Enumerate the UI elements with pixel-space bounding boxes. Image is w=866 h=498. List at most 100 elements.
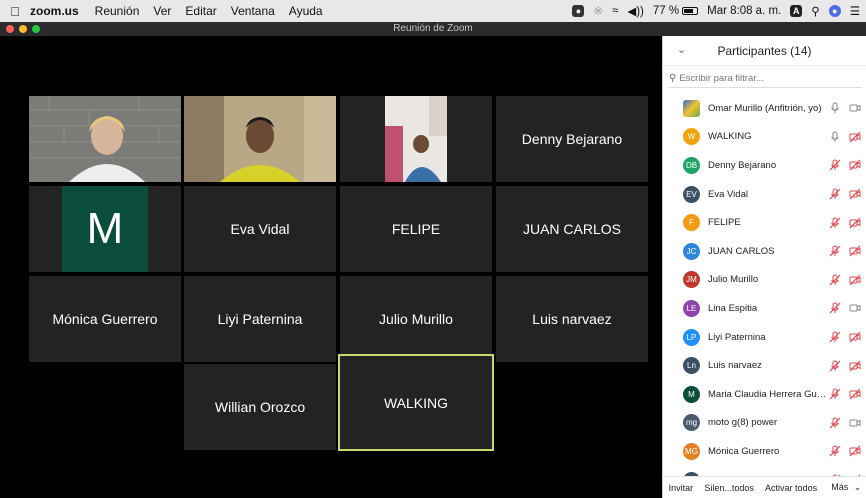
chevron-down-icon[interactable]: ⌄ <box>677 43 686 56</box>
participant-video-feed <box>29 96 181 182</box>
video-tile-5[interactable]: M <box>29 186 181 272</box>
more-button[interactable]: Más ⌄ <box>825 480 864 495</box>
video-icon[interactable] <box>849 302 861 314</box>
mic-muted-icon[interactable] <box>829 188 841 200</box>
mute-all-button[interactable]: Silen...todos <box>701 481 757 495</box>
participant-search-input[interactable] <box>679 73 850 84</box>
video-off-icon[interactable] <box>849 159 861 171</box>
spotlight-search-icon[interactable]: ⚲ <box>811 4 819 18</box>
participant-avatar: EV <box>683 185 700 203</box>
participant-row[interactable]: mg moto g(8) power <box>663 409 866 438</box>
mic-muted-icon[interactable] <box>829 445 841 457</box>
participant-row[interactable]: F FELIPE <box>663 208 866 237</box>
participant-avatar: M <box>62 186 148 272</box>
participant-name: Julio Murillo <box>708 274 759 286</box>
participant-row[interactable]: LE Lina Espitia <box>663 294 866 323</box>
video-off-icon[interactable] <box>849 274 861 286</box>
video-tile-4[interactable]: Denny Bejarano <box>496 96 648 182</box>
wifi-icon[interactable]: ≈ <box>612 5 618 17</box>
video-tile-14-active-speaker[interactable]: WALKING <box>338 354 494 451</box>
video-tile-11[interactable]: Julio Murillo <box>340 276 492 362</box>
participant-row[interactable]: Omar Murillo (Anfitrión, yo) <box>663 94 866 123</box>
video-off-icon[interactable] <box>849 245 861 257</box>
apple-menu-icon[interactable]:  <box>0 4 30 19</box>
volume-icon[interactable]: ◀)) <box>627 4 644 18</box>
video-tile-8[interactable]: JUAN CARLOS <box>496 186 648 272</box>
participant-row[interactable]: MG Mónica Guerrero <box>663 437 866 466</box>
video-tile-10[interactable]: Liyi Paternina <box>184 276 336 362</box>
participant-search: ⚲ <box>669 70 862 88</box>
mic-icon[interactable] <box>829 102 841 114</box>
participant-row[interactable]: DB Denny Bejarano <box>663 151 866 180</box>
participant-name: Omar Murillo (Anfitrión, yo) <box>708 102 822 114</box>
video-tile-12[interactable]: Luis narvaez <box>496 276 648 362</box>
clock[interactable]: Mar 8:08 a. m. <box>707 5 781 17</box>
bluetooth-icon[interactable]: ※ <box>593 4 603 18</box>
participant-name: Julio Murillo <box>379 311 453 327</box>
video-tile-2[interactable] <box>184 96 336 182</box>
participant-row[interactable]: Ln Luis narvaez <box>663 351 866 380</box>
close-window-button[interactable] <box>6 25 14 33</box>
participant-row[interactable]: JC JUAN CARLOS <box>663 237 866 266</box>
battery-indicator[interactable]: 77 % <box>653 5 699 17</box>
video-icon[interactable] <box>849 102 861 114</box>
minimize-window-button[interactable] <box>19 25 27 33</box>
mic-muted-icon[interactable] <box>829 302 841 314</box>
mic-muted-icon[interactable] <box>829 159 841 171</box>
menu-reunion[interactable]: Reunión <box>95 4 140 18</box>
video-off-icon[interactable] <box>849 331 861 343</box>
participant-video-feed <box>184 96 336 182</box>
participant-name: FELIPE <box>391 221 441 237</box>
menu-ayuda[interactable]: Ayuda <box>289 4 323 18</box>
video-tile-7[interactable]: FELIPE <box>340 186 492 272</box>
video-tile-3[interactable] <box>340 96 492 182</box>
input-source-icon[interactable]: A <box>790 5 803 17</box>
video-tile-13[interactable]: Willian Orozco <box>184 364 336 450</box>
participants-header: ⌄ Participantes (14) <box>663 36 866 66</box>
video-tile-6[interactable]: Eva Vidal <box>184 186 336 272</box>
mic-muted-icon[interactable] <box>829 360 841 372</box>
mic-icon[interactable] <box>829 131 841 143</box>
participant-row[interactable]: JM Julio Murillo <box>663 266 866 295</box>
siri-icon[interactable]: ● <box>828 5 841 17</box>
participant-row[interactable]: W WALKING <box>663 123 866 152</box>
mic-muted-icon[interactable] <box>829 245 841 257</box>
mic-muted-icon[interactable] <box>829 274 841 286</box>
notification-center-icon[interactable]: ☰ <box>850 4 860 18</box>
video-off-icon[interactable] <box>849 131 861 143</box>
video-off-icon[interactable] <box>849 217 861 229</box>
mic-muted-icon[interactable] <box>829 417 841 429</box>
participant-name: JUAN CARLOS <box>522 221 622 237</box>
participant-video-feed <box>385 96 447 182</box>
invite-button[interactable]: Invitar <box>666 481 697 495</box>
status-area: ● ※ ≈ ◀)) 77 % Mar 8:08 a. m. A ⚲ ● ☰ <box>563 0 860 22</box>
participant-avatar: M <box>683 385 700 403</box>
participant-name: Denny Bejarano <box>708 159 777 171</box>
video-off-icon[interactable] <box>849 360 861 372</box>
participant-controls <box>829 94 861 123</box>
unmute-all-button[interactable]: Activar todos <box>762 481 820 495</box>
participant-name: Eva Vidal <box>708 188 748 200</box>
video-icon[interactable] <box>849 417 861 429</box>
mic-muted-icon[interactable] <box>829 331 841 343</box>
participant-row[interactable]: M Maria Claudia Herrera Guz... <box>663 380 866 409</box>
participant-row[interactable]: LP Liyi Paternina <box>663 323 866 352</box>
mic-muted-icon[interactable] <box>829 388 841 400</box>
video-tile-1[interactable] <box>29 96 181 182</box>
video-off-icon[interactable] <box>849 188 861 200</box>
menu-ver[interactable]: Ver <box>153 4 171 18</box>
zoom-status-icon[interactable]: ● <box>572 5 585 17</box>
menu-editar[interactable]: Editar <box>185 4 216 18</box>
video-off-icon[interactable] <box>849 388 861 400</box>
menu-ventana[interactable]: Ventana <box>231 4 275 18</box>
zoom-window-button[interactable] <box>32 25 40 33</box>
participant-row[interactable]: EV Eva Vidal <box>663 180 866 209</box>
video-tile-9[interactable]: Mónica Guerrero <box>29 276 181 362</box>
participant-controls <box>829 123 861 152</box>
mic-muted-icon[interactable] <box>829 217 841 229</box>
participant-name: moto g(8) power <box>708 417 778 429</box>
participant-controls <box>829 409 861 438</box>
video-off-icon[interactable] <box>849 445 861 457</box>
menu-app-name[interactable]: zoom.us <box>30 4 79 18</box>
participant-avatar: W <box>683 128 700 146</box>
